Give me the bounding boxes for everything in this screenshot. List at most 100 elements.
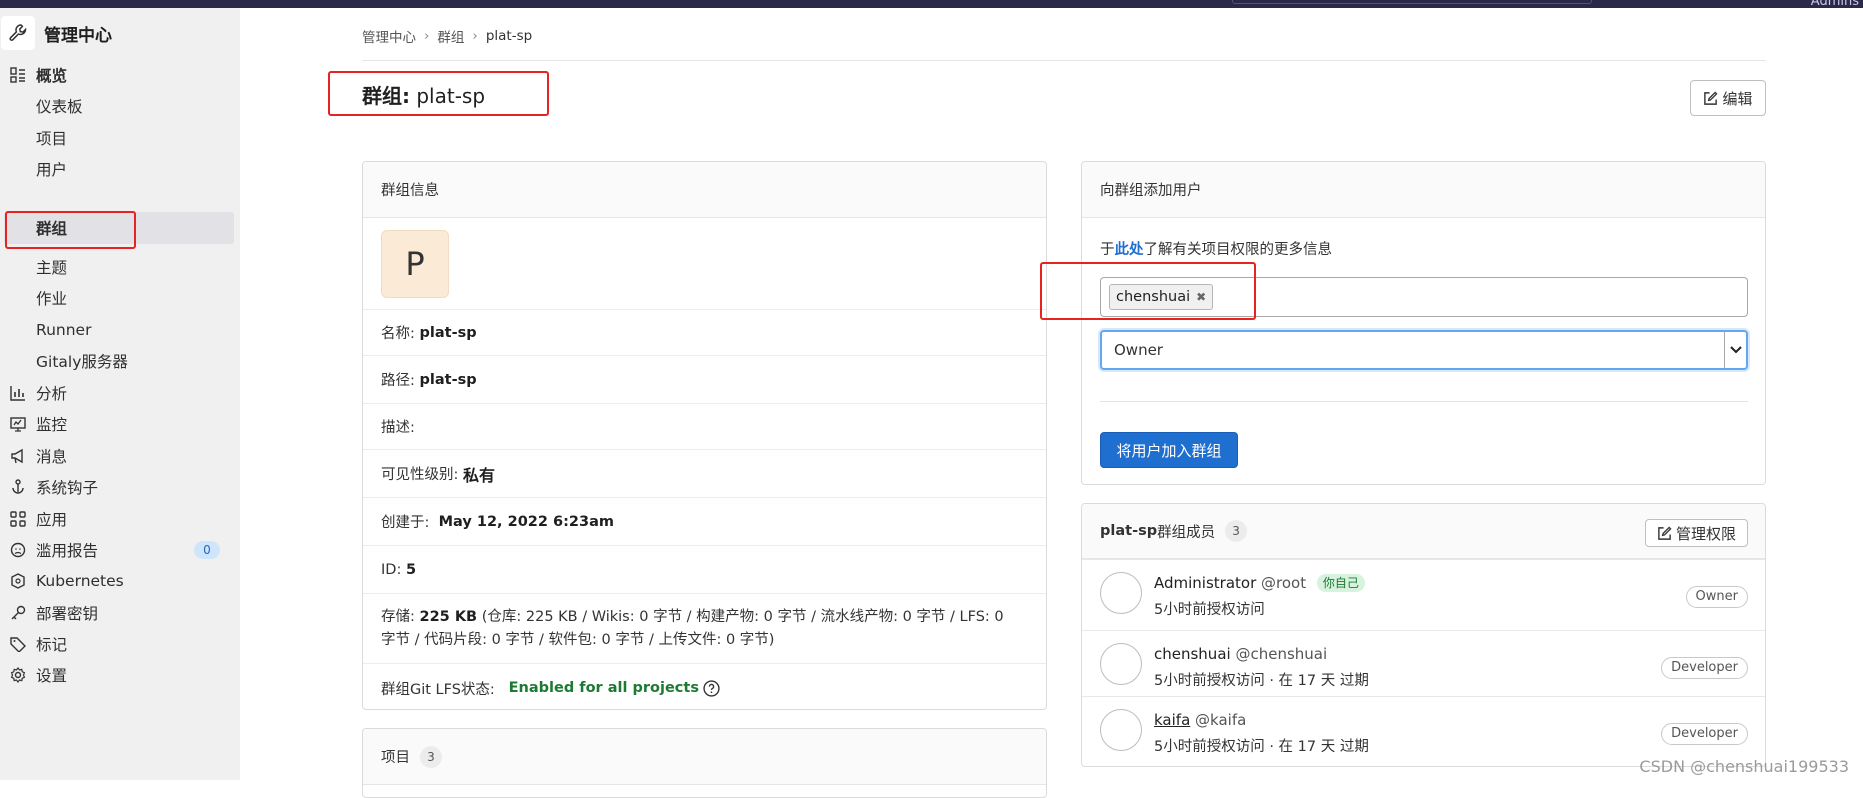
- breadcrumb: 管理中心 › 群组 › plat-sp: [362, 26, 532, 46]
- sidebar-item-gitaly[interactable]: Gitaly服务器: [0, 344, 240, 378]
- projects-card: 项目 3: [362, 728, 1047, 798]
- field-label: 存储:: [381, 609, 415, 625]
- group-avatar: P: [381, 230, 449, 298]
- sidebar-item-settings[interactable]: 设置: [0, 658, 240, 692]
- sidebar-item-users[interactable]: 用户: [0, 152, 240, 186]
- sidebar-item-analytics[interactable]: 分析: [0, 376, 240, 410]
- sidebar-item-monitor[interactable]: 监控: [0, 407, 240, 441]
- sidebar-item-abuse-reports[interactable]: 滥用报告 0: [0, 533, 240, 567]
- created-row: 创建于: May 12, 2022 6:23am: [363, 498, 1046, 546]
- sidebar-item-label: 设置: [36, 664, 67, 686]
- field-label: 可见性级别:: [381, 463, 458, 484]
- analytics-icon: [8, 383, 28, 403]
- info-text: 于: [1100, 242, 1115, 258]
- sidebar-item-overview[interactable]: 概览: [0, 58, 240, 92]
- edit-icon: [1657, 526, 1672, 541]
- sidebar-item-kubernetes[interactable]: Kubernetes: [0, 564, 240, 598]
- group-info-card: 群组信息 P 名称: plat-sp 路径: plat-sp 描述: 可见性级别…: [362, 161, 1047, 710]
- avatar[interactable]: [1100, 643, 1142, 685]
- top-navbar: Admins: [0, 0, 1863, 8]
- sidebar-item-topics[interactable]: 主题: [0, 250, 240, 284]
- member-name: chenshuai @chenshuai: [1154, 645, 1327, 663]
- info-text: 了解有关项目权限的更多信息: [1144, 242, 1333, 258]
- sidebar-item-label: Kubernetes: [36, 572, 124, 590]
- sidebar-item-apps[interactable]: 应用: [0, 502, 240, 536]
- members-title: 群组成员: [1157, 521, 1215, 542]
- field-value: plat-sp: [420, 372, 477, 388]
- field-label: ID:: [381, 562, 401, 578]
- apps-icon: [8, 509, 28, 529]
- label-icon: [8, 634, 28, 654]
- manage-permissions-label: 管理权限: [1676, 523, 1736, 544]
- overview-icon: [8, 65, 28, 85]
- admin-label[interactable]: Admins: [1811, 0, 1859, 9]
- chevron-right-icon: ›: [472, 28, 477, 44]
- megaphone-icon: [8, 446, 28, 466]
- sidebar-item-labels[interactable]: 标记: [0, 627, 240, 661]
- avatar-row: P: [363, 218, 1046, 310]
- key-icon: [8, 603, 28, 623]
- role-select[interactable]: Owner: [1100, 330, 1748, 370]
- member-access-info: 5小时前授权访问 · 在 17 天 过期: [1154, 669, 1369, 690]
- chevron-right-icon: ›: [424, 28, 429, 44]
- sidebar-item-projects[interactable]: 项目: [0, 121, 240, 155]
- field-value: May 12, 2022 6:23am: [439, 514, 614, 530]
- chevron-down-icon: [1724, 332, 1746, 368]
- breadcrumb-current[interactable]: plat-sp: [486, 28, 532, 44]
- member-name: kaifa @kaifa: [1154, 711, 1246, 729]
- sidebar-item-runner[interactable]: Runner: [0, 313, 240, 347]
- field-label: 创建于:: [381, 511, 429, 532]
- sidebar-item-dashboard[interactable]: 仪表板: [0, 89, 240, 123]
- field-value: 私有: [463, 462, 495, 486]
- description-row: 描述:: [363, 404, 1046, 450]
- sidebar-item-label: 部署密钥: [36, 602, 98, 624]
- help-icon[interactable]: [703, 680, 720, 697]
- breadcrumb-item[interactable]: 群组: [437, 26, 464, 46]
- card-header: 群组信息: [363, 162, 1046, 218]
- avatar[interactable]: [1100, 709, 1142, 751]
- sidebar-item-label: 项目: [36, 127, 67, 149]
- field-value: plat-sp: [420, 325, 477, 341]
- member-access-info: 5小时前授权访问: [1154, 598, 1265, 619]
- sidebar-item-label: 标记: [36, 633, 67, 655]
- sidebar-item-deploy-keys[interactable]: 部署密钥: [0, 596, 240, 630]
- edit-button[interactable]: 编辑: [1690, 80, 1766, 116]
- name-row: 名称: plat-sp: [363, 310, 1046, 356]
- role-badge: Developer: [1661, 723, 1748, 745]
- sidebar-header[interactable]: 管理中心: [0, 18, 112, 48]
- edit-label: 编辑: [1722, 88, 1752, 109]
- sidebar-item-label: 主题: [36, 256, 67, 278]
- divider: [1100, 401, 1748, 402]
- path-row: 路径: plat-sp: [363, 356, 1046, 404]
- highlight-box: [1040, 262, 1256, 320]
- sidebar-item-messages[interactable]: 消息: [0, 439, 240, 473]
- permissions-link[interactable]: 此处: [1115, 242, 1144, 258]
- role-badge: Developer: [1661, 657, 1748, 679]
- manage-permissions-button[interactable]: 管理权限: [1645, 519, 1748, 547]
- sidebar-item-hooks[interactable]: 系统钩子: [0, 470, 240, 504]
- abuse-icon: [8, 540, 28, 560]
- member-display-name[interactable]: Administrator: [1154, 574, 1256, 592]
- visibility-row: 可见性级别: 私有: [363, 450, 1046, 498]
- add-user-to-group-button[interactable]: 将用户加入群组: [1100, 432, 1238, 468]
- member-display-name[interactable]: kaifa: [1154, 711, 1190, 729]
- field-label: 路径:: [381, 369, 415, 390]
- sidebar-item-jobs[interactable]: 作业: [0, 281, 240, 315]
- members-count-badge: 3: [1225, 520, 1247, 542]
- kubernetes-icon: [8, 571, 28, 591]
- watermark: CSDN @chenshuai199533: [1639, 757, 1849, 776]
- field-label: 名称:: [381, 322, 415, 343]
- monitor-icon: [8, 414, 28, 434]
- role-badge: Owner: [1686, 586, 1748, 608]
- member-handle: @chenshuai: [1235, 645, 1327, 663]
- breadcrumb-item[interactable]: 管理中心: [362, 26, 416, 46]
- add-user-card: 向群组添加用户 于此处了解有关项目权限的更多信息 chenshuai ✖ Own…: [1081, 161, 1766, 485]
- card-header: 向群组添加用户: [1082, 162, 1765, 218]
- sidebar-item-label: 消息: [36, 445, 67, 467]
- hook-icon: [8, 477, 28, 497]
- avatar[interactable]: [1100, 572, 1142, 614]
- sidebar: 管理中心 概览 仪表板 项目 用户 群组 主题 作业 Runner Gitaly…: [0, 8, 240, 780]
- search-box[interactable]: [1232, 0, 1592, 4]
- member-display-name[interactable]: chenshuai: [1154, 645, 1231, 663]
- field-label: 群组Git LFS状态:: [381, 678, 495, 699]
